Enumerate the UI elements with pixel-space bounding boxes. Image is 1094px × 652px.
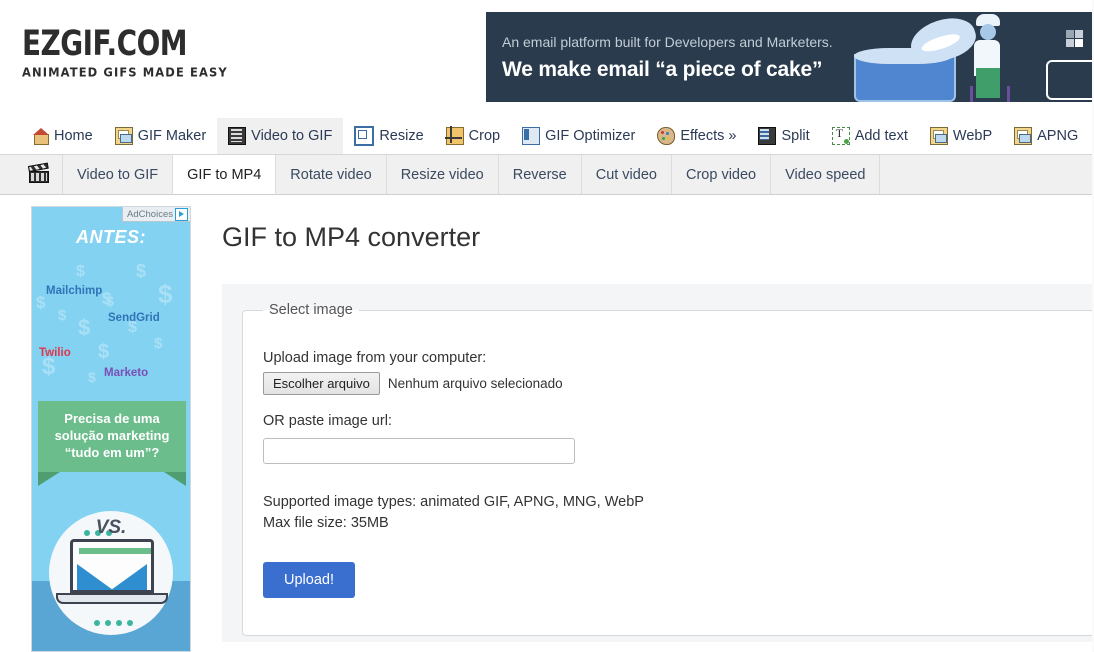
page-body: AdChoices ANTES: $ $ $ $ $ $ $ $ $ $ $ $… — [0, 196, 1094, 652]
nav-item-effects[interactable]: Effects » — [646, 118, 747, 154]
supported-types-info: Supported image types: animated GIF, APN… — [263, 492, 1075, 534]
adchoices-triangle-icon — [175, 207, 188, 221]
ad-brand-marketo: Marketo — [104, 367, 149, 379]
nav-item-gif-maker[interactable]: GIF Maker — [104, 118, 217, 154]
subnav-item-video-to-gif[interactable]: Video to GIF — [62, 155, 174, 194]
vs-label: VS. — [95, 517, 127, 538]
main-content: GIF to MP4 converter Select image Upload… — [222, 196, 1094, 642]
subnav-item-label: Rotate video — [290, 166, 372, 183]
subnav-item-label: Video speed — [785, 166, 866, 183]
nav-item-resize[interactable]: Resize — [343, 118, 434, 154]
logo-tagline: ANIMATED GIFS MADE EASY — [22, 65, 228, 80]
add-text-icon — [831, 126, 850, 145]
image-url-input[interactable] — [263, 438, 575, 464]
nav-item-label: Split — [781, 128, 810, 144]
nav-item-add-text[interactable]: Add text — [821, 118, 919, 154]
nav-item-crop[interactable]: Crop — [435, 118, 511, 154]
subnav-item-rotate-video[interactable]: Rotate video — [275, 155, 387, 194]
top-banner-ad[interactable]: An email platform built for Developers a… — [486, 12, 1094, 102]
adchoices-label: AdChoices — [127, 208, 173, 220]
subnav-item-video-speed[interactable]: Video speed — [770, 155, 881, 194]
logo-wordmark: EZGIF.COM — [22, 23, 188, 64]
upload-label: Upload image from your computer: — [263, 350, 487, 366]
images-icon — [114, 127, 133, 145]
ad-brand-sendgrid: SendGrid — [108, 312, 160, 324]
crop-icon — [444, 126, 464, 145]
nav-item-label: WebP — [952, 128, 993, 144]
supported-types-line: Supported image types: animated GIF, APN… — [263, 494, 644, 510]
nav-item-video-to-gif[interactable]: Video to GIF — [217, 118, 344, 154]
subnav-item-label: Video to GIF — [77, 166, 159, 183]
subnav-item-crop-video[interactable]: Crop video — [670, 155, 772, 194]
subnav-item-label: Crop video — [685, 166, 757, 183]
clapperboard-icon — [16, 155, 63, 194]
advertiser-logo-icon — [1066, 30, 1084, 48]
file-status-text: Nenhum arquivo selecionado — [387, 376, 563, 391]
banner-cta-button[interactable] — [1046, 60, 1094, 100]
film-icon — [228, 127, 247, 145]
site-header: EZGIF.COM ANIMATED GIFS MADE EASY An ema… — [0, 0, 1094, 118]
nav-item-apng[interactable]: APNG — [1003, 118, 1089, 154]
page-root: EZGIF.COM ANIMATED GIFS MADE EASY An ema… — [0, 0, 1094, 652]
images-icon — [1014, 127, 1033, 145]
page-title: GIF to MP4 converter — [222, 222, 481, 252]
nav-item-gif-optimizer[interactable]: GIF Optimizer — [511, 118, 646, 154]
select-image-fieldset: Select image Upload image from your comp… — [242, 302, 1094, 636]
nav-item-label: Video to GIF — [251, 128, 333, 144]
site-logo[interactable]: EZGIF.COM ANIMATED GIFS MADE EASY — [22, 23, 228, 80]
images-icon — [929, 127, 948, 145]
subnav-item-reverse[interactable]: Reverse — [497, 155, 582, 194]
choose-file-button[interactable]: Escolher arquivo — [263, 372, 380, 395]
subnav-item-label: GIF to MP4 — [187, 167, 262, 183]
ad-brand-mailchimp: Mailchimp — [46, 285, 103, 297]
sidebar-ad-green-banner: Precisa de uma solução marketing “tudo e… — [38, 401, 186, 486]
file-input-row: Escolher arquivo Nenhum arquivo selecion… — [263, 372, 1075, 395]
converter-panel: Select image Upload image from your comp… — [222, 284, 1094, 642]
nav-item-split[interactable]: Split — [747, 118, 820, 154]
nav-item-label: Effects » — [680, 128, 737, 144]
ad-brand-twilio: Twilio — [39, 347, 71, 359]
banner-ad-headline: We make email “a piece of cake” — [502, 58, 823, 81]
nav-item-label: APNG — [1037, 128, 1079, 144]
nav-item-label: Home — [54, 128, 93, 144]
palette-icon — [657, 127, 676, 145]
video-tools-subnav: Video to GIF GIF to MP4 Rotate video Res… — [0, 155, 1094, 195]
subnav-item-cut-video[interactable]: Cut video — [580, 155, 672, 194]
upload-button[interactable]: Upload! — [263, 562, 355, 598]
nav-item-label: GIF Maker — [137, 128, 207, 144]
subnav-item-resize-video[interactable]: Resize video — [385, 155, 499, 194]
home-icon — [33, 128, 49, 145]
nav-item-webp[interactable]: WebP — [919, 118, 1003, 154]
url-label: OR paste image url: — [263, 413, 392, 429]
main-navigation: Home GIF Maker Video to GIF Resize Crop … — [0, 118, 1094, 155]
sidebar-ad[interactable]: AdChoices ANTES: $ $ $ $ $ $ $ $ $ $ $ $… — [31, 206, 191, 652]
nav-item-label: Add text — [854, 128, 908, 144]
max-file-size-line: Max file size: 35MB — [263, 515, 389, 531]
subnav-item-label: Cut video — [595, 166, 657, 183]
resize-icon — [354, 126, 375, 146]
banner-ad-text: An email platform built for Developers a… — [502, 34, 833, 82]
optimizer-icon — [522, 127, 541, 145]
subnav-item-label: Reverse — [512, 166, 567, 183]
nav-item-label: Resize — [379, 128, 424, 144]
nav-item-label: GIF Optimizer — [545, 128, 636, 144]
banner-ad-subtitle: An email platform built for Developers a… — [502, 34, 833, 50]
sidebar-ad-headline: ANTES: — [76, 227, 146, 247]
adchoices-badge[interactable]: AdChoices — [122, 207, 190, 222]
split-icon — [758, 127, 777, 145]
nav-item-label: Crop — [468, 128, 501, 144]
sidebar-ad-illustration: VS. — [32, 501, 190, 651]
subnav-item-gif-to-mp4[interactable]: GIF to MP4 — [172, 155, 277, 194]
nav-item-home[interactable]: Home — [22, 118, 104, 154]
banner-ad-illustration — [830, 12, 1020, 102]
subnav-item-label: Resize video — [400, 166, 484, 183]
select-image-legend: Select image — [269, 302, 353, 318]
